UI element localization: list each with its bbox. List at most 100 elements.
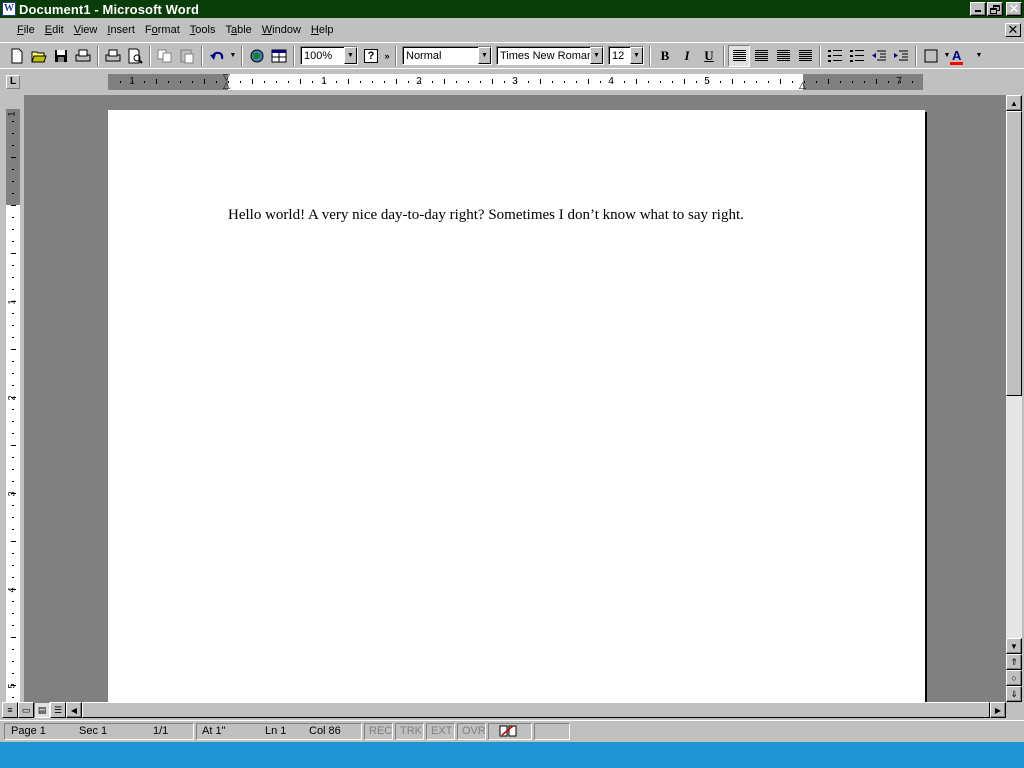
restore-button[interactable] [987,2,1003,16]
style-select[interactable]: Normal ▼ [402,46,492,65]
horizontal-scrollbar[interactable]: ◀ ▶ [66,702,1006,718]
ruler-tick [12,229,14,230]
vertical-scroll-thumb[interactable] [1006,111,1022,396]
ruler-tick [672,81,673,83]
scroll-left-button[interactable]: ◀ [66,702,82,718]
justify-button[interactable] [794,45,816,67]
close-button[interactable]: ✕ [1006,1,1022,16]
toolbar-more-icon[interactable]: » [382,45,392,67]
previous-page-button[interactable]: ⇑ [1006,654,1022,670]
numbering-button[interactable] [824,45,846,67]
scroll-right-button[interactable]: ▶ [990,702,1006,718]
outline-view-button[interactable]: ☰ [50,702,66,718]
menu-edit[interactable]: Edit [40,18,69,42]
tab-selector-button[interactable]: L [6,75,20,89]
spelling-status[interactable] [488,723,532,740]
menu-insert[interactable]: Insert [102,18,140,42]
globe-icon [250,49,264,62]
underline-button[interactable]: U [698,45,720,67]
ruler-tick [324,81,325,83]
ruler-tick [516,81,517,83]
toolbar-separator [201,45,203,66]
style-value: Normal [406,49,442,62]
floppy-disk-icon [55,49,67,62]
horizontal-ruler[interactable]: 1 1 2 3 4 5 7 ▽ △ △ [108,73,923,90]
borders-button[interactable] [920,45,942,67]
font-color-button[interactable]: A [950,45,974,67]
status-trk[interactable]: TRK [395,723,424,740]
ruler-tick [564,81,565,83]
status-ovr[interactable]: OVR [457,723,486,740]
select-browse-object-button[interactable]: ○ [1006,670,1022,686]
decrease-indent-button[interactable] [868,45,890,67]
ruler-tick [12,385,14,386]
ruler-tick [864,81,865,83]
font-size-value: 12 [612,49,625,62]
web-layout-view-button[interactable]: ▭ [18,702,34,718]
status-bar: Page 1 Sec 1 1/1 At 1" Ln 1 Col 86 REC T… [0,720,1024,742]
font-size-select[interactable]: 12 ▼ [608,46,644,65]
ruler-tick [12,241,14,242]
font-select[interactable]: Times New Roman ▼ [496,46,604,65]
minimize-button[interactable] [970,2,986,16]
menu-view[interactable]: View [69,18,103,42]
scroll-down-button[interactable]: ▼ [1006,638,1022,654]
undo-dropdown-icon[interactable]: ▼ [228,45,238,67]
increase-indent-button[interactable] [890,45,912,67]
ruler-tick [12,553,14,554]
ruler-tick [12,217,14,218]
toolbar-separator [149,45,151,66]
ruler-tick [12,145,14,146]
next-page-button[interactable]: ⇓ [1006,686,1022,702]
ruler-tick [11,445,16,446]
menu-window-accel: W [261,24,273,36]
help-button[interactable]: ? [360,45,382,67]
document-close-button[interactable]: ✕ [1005,22,1021,37]
word-icon[interactable]: W [2,2,16,16]
open-button[interactable] [28,45,50,67]
save-button[interactable] [50,45,72,67]
print-preview-button[interactable] [102,45,124,67]
print-button[interactable] [72,45,94,67]
font-color-dropdown-icon[interactable]: ▼ [974,45,984,67]
horizontal-scroll-thumb[interactable] [82,702,990,718]
new-document-button[interactable] [6,45,28,67]
ruler-tick [12,421,14,422]
bold-button[interactable]: B [654,45,676,67]
zoom-value: 100% [304,49,333,62]
menu-file[interactable]: File [12,18,40,42]
print-layout-view-button[interactable]: ▤ [34,702,50,718]
ruler-tick [12,325,14,326]
ruler-tick [12,373,14,374]
align-center-button[interactable] [750,45,772,67]
align-left-button[interactable] [728,44,750,67]
insert-table-button[interactable] [268,45,290,67]
copy-button[interactable] [154,45,176,67]
menu-format[interactable]: Format [140,18,185,42]
status-ext[interactable]: EXT [426,723,455,740]
menu-help[interactable]: Help [306,18,339,42]
status-rec[interactable]: REC [364,723,393,740]
normal-view-button[interactable]: ≡ [2,702,18,718]
menu-window[interactable]: Window [257,18,306,42]
vertical-scrollbar[interactable]: ▲ ▼ ⇑ ○ ⇓ [1006,95,1022,702]
web-toolbar-button[interactable] [246,45,268,67]
bullets-button[interactable] [846,45,868,67]
paste-button[interactable] [176,45,198,67]
menu-tools[interactable]: Tools [185,18,221,42]
font-color-swatch [950,62,963,65]
document-text[interactable]: Hello world! A very nice day-to-day righ… [228,207,744,224]
document-page[interactable]: Hello world! A very nice day-to-day righ… [108,110,925,702]
ruler-tick [744,81,745,83]
align-right-button[interactable] [772,45,794,67]
help-icon: ? [364,48,378,63]
print-preview-page-button[interactable] [124,45,146,67]
undo-button[interactable] [206,45,228,67]
scroll-up-button[interactable]: ▲ [1006,95,1022,111]
menu-table[interactable]: Table [220,18,256,42]
italic-button[interactable]: I [676,45,698,67]
vertical-ruler[interactable]: 1 1 2 3 4 5 [6,109,20,702]
toolbar-separator [819,45,821,66]
zoom-select[interactable]: 100% ▼ [300,46,358,65]
ruler-tick [12,193,14,194]
